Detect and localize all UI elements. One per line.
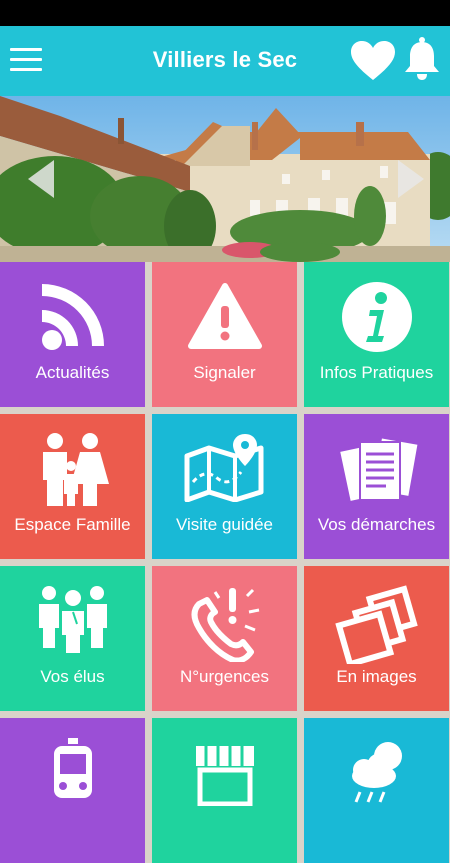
village-photo	[0, 96, 450, 262]
tile-label: N°urgences	[179, 667, 269, 686]
tile-espace-famille[interactable]: Espace Famille	[0, 414, 145, 559]
tile-label: Actualités	[35, 363, 110, 382]
tile-visite-guidee[interactable]: Visite guidée	[152, 414, 297, 559]
tile-label: Vos démarches	[317, 515, 436, 534]
map-pin-icon	[184, 434, 263, 502]
family-icon	[42, 433, 109, 506]
favorites-button[interactable]	[350, 40, 396, 82]
status-bar	[0, 0, 450, 26]
tile-label: Signaler	[193, 363, 256, 382]
menu-grid: Actualités Signaler Infos Pratiques Espa…	[0, 262, 450, 863]
bell-icon	[405, 37, 439, 80]
tile-vos-demarches[interactable]: Vos démarches	[304, 414, 449, 559]
tile-numeros-urgences[interactable]: N°urgences	[152, 566, 297, 711]
warning-triangle-icon	[187, 283, 262, 349]
carousel-next-button[interactable]	[390, 156, 430, 202]
tile-meteo[interactable]	[304, 718, 449, 863]
train-icon	[53, 738, 92, 798]
tile-infos-pratiques[interactable]: Infos Pratiques	[304, 262, 449, 407]
shop-icon	[195, 746, 254, 806]
tile-label: Vos élus	[40, 667, 105, 686]
tile-actualites[interactable]: Actualités	[0, 262, 145, 407]
tile-commerces[interactable]	[152, 718, 297, 863]
group-people-icon	[38, 586, 107, 654]
photo-carousel[interactable]	[0, 96, 450, 262]
tile-label: En images	[336, 667, 417, 686]
carousel-prev-button[interactable]	[24, 156, 64, 202]
tile-signaler[interactable]: Signaler	[152, 262, 297, 407]
tile-transports[interactable]	[0, 718, 145, 863]
photos-icon	[334, 585, 418, 664]
chevron-right-icon	[398, 160, 424, 198]
chevron-left-icon	[28, 160, 54, 198]
notifications-button[interactable]	[403, 36, 441, 82]
tile-label: Visite guidée	[175, 515, 274, 534]
tile-label: Espace Famille	[14, 515, 131, 534]
app-header: Villiers le Sec	[0, 26, 450, 96]
documents-icon	[337, 436, 418, 504]
tile-en-images[interactable]: En images	[304, 566, 449, 711]
info-icon	[341, 282, 412, 352]
rss-feed-icon	[41, 284, 104, 350]
heart-icon	[351, 41, 395, 80]
tile-vos-elus[interactable]: Vos élus	[0, 566, 145, 711]
tile-label: Infos Pratiques	[319, 363, 434, 382]
weather-icon	[351, 742, 402, 803]
phone-alert-icon	[191, 588, 259, 662]
